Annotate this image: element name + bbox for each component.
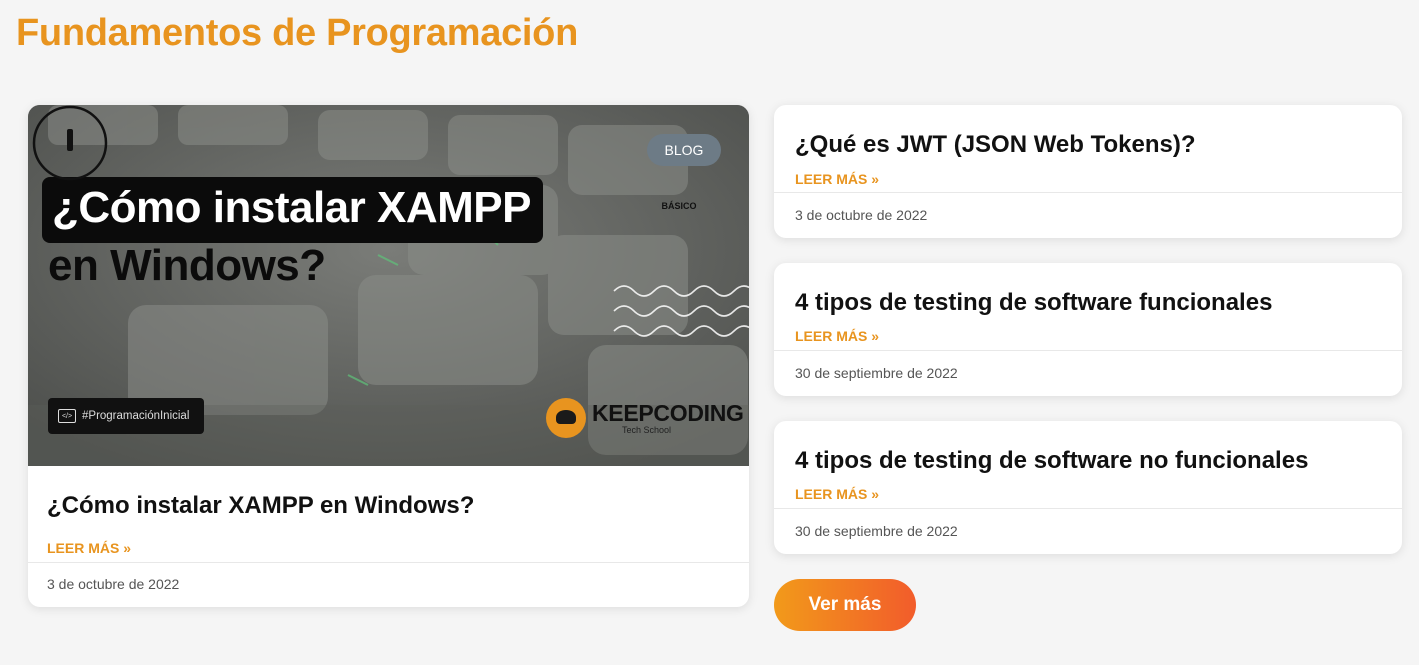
post-title[interactable]: ¿Qué es JWT (JSON Web Tokens)? (795, 131, 1196, 159)
section-title: Fundamentos de Programación (16, 12, 578, 54)
level-label: BÁSICO (661, 201, 697, 211)
featured-post-thumbnail[interactable]: ¿Cómo instalar XAMPP en Windows? BÁSICO … (28, 105, 749, 466)
post-title[interactable]: 4 tipos de testing de software no funcio… (795, 447, 1308, 475)
brand-logo: KEEPCODING Tech School (546, 398, 744, 438)
code-monitor-icon: </> (58, 409, 76, 423)
post-title[interactable]: 4 tipos de testing de software funcional… (795, 289, 1272, 317)
post-card[interactable]: 4 tipos de testing de software funcional… (774, 263, 1402, 396)
card-divider (28, 562, 749, 563)
brand-subtitle: Tech School (622, 424, 672, 435)
featured-post-date: 3 de octubre de 2022 (47, 576, 180, 592)
brand-name: KEEPCODING (592, 399, 744, 426)
featured-post-card[interactable]: ¿Cómo instalar XAMPP en Windows? BÁSICO … (28, 105, 749, 607)
read-more-link[interactable]: LEER MÁS » (795, 171, 879, 187)
post-card[interactable]: ¿Qué es JWT (JSON Web Tokens)? LEER MÁS … (774, 105, 1402, 238)
level-indicator-icon (32, 105, 108, 181)
post-date: 30 de septiembre de 2022 (795, 365, 958, 381)
hashtag-text: #ProgramaciónInicial (82, 410, 190, 422)
hashtag-label: </> #ProgramaciónInicial (48, 398, 204, 434)
card-divider (774, 350, 1402, 351)
read-more-link[interactable]: LEER MÁS » (795, 486, 879, 502)
keepcoding-logo-icon (546, 398, 586, 438)
card-divider (774, 192, 1402, 193)
card-divider (774, 508, 1402, 509)
read-more-link[interactable]: LEER MÁS » (795, 328, 879, 344)
thumbnail-headline-line2: en Windows? (48, 241, 326, 290)
featured-post-title[interactable]: ¿Cómo instalar XAMPP en Windows? (47, 492, 474, 520)
see-more-button[interactable]: Ver más (774, 579, 916, 631)
post-date: 30 de septiembre de 2022 (795, 523, 958, 539)
featured-read-more-link[interactable]: LEER MÁS » (47, 540, 131, 556)
category-badge[interactable]: BLOG (647, 134, 721, 166)
thumbnail-headline-line1: ¿Cómo instalar XAMPP (42, 177, 543, 243)
post-card[interactable]: 4 tipos de testing de software no funcio… (774, 421, 1402, 554)
post-date: 3 de octubre de 2022 (795, 207, 928, 223)
